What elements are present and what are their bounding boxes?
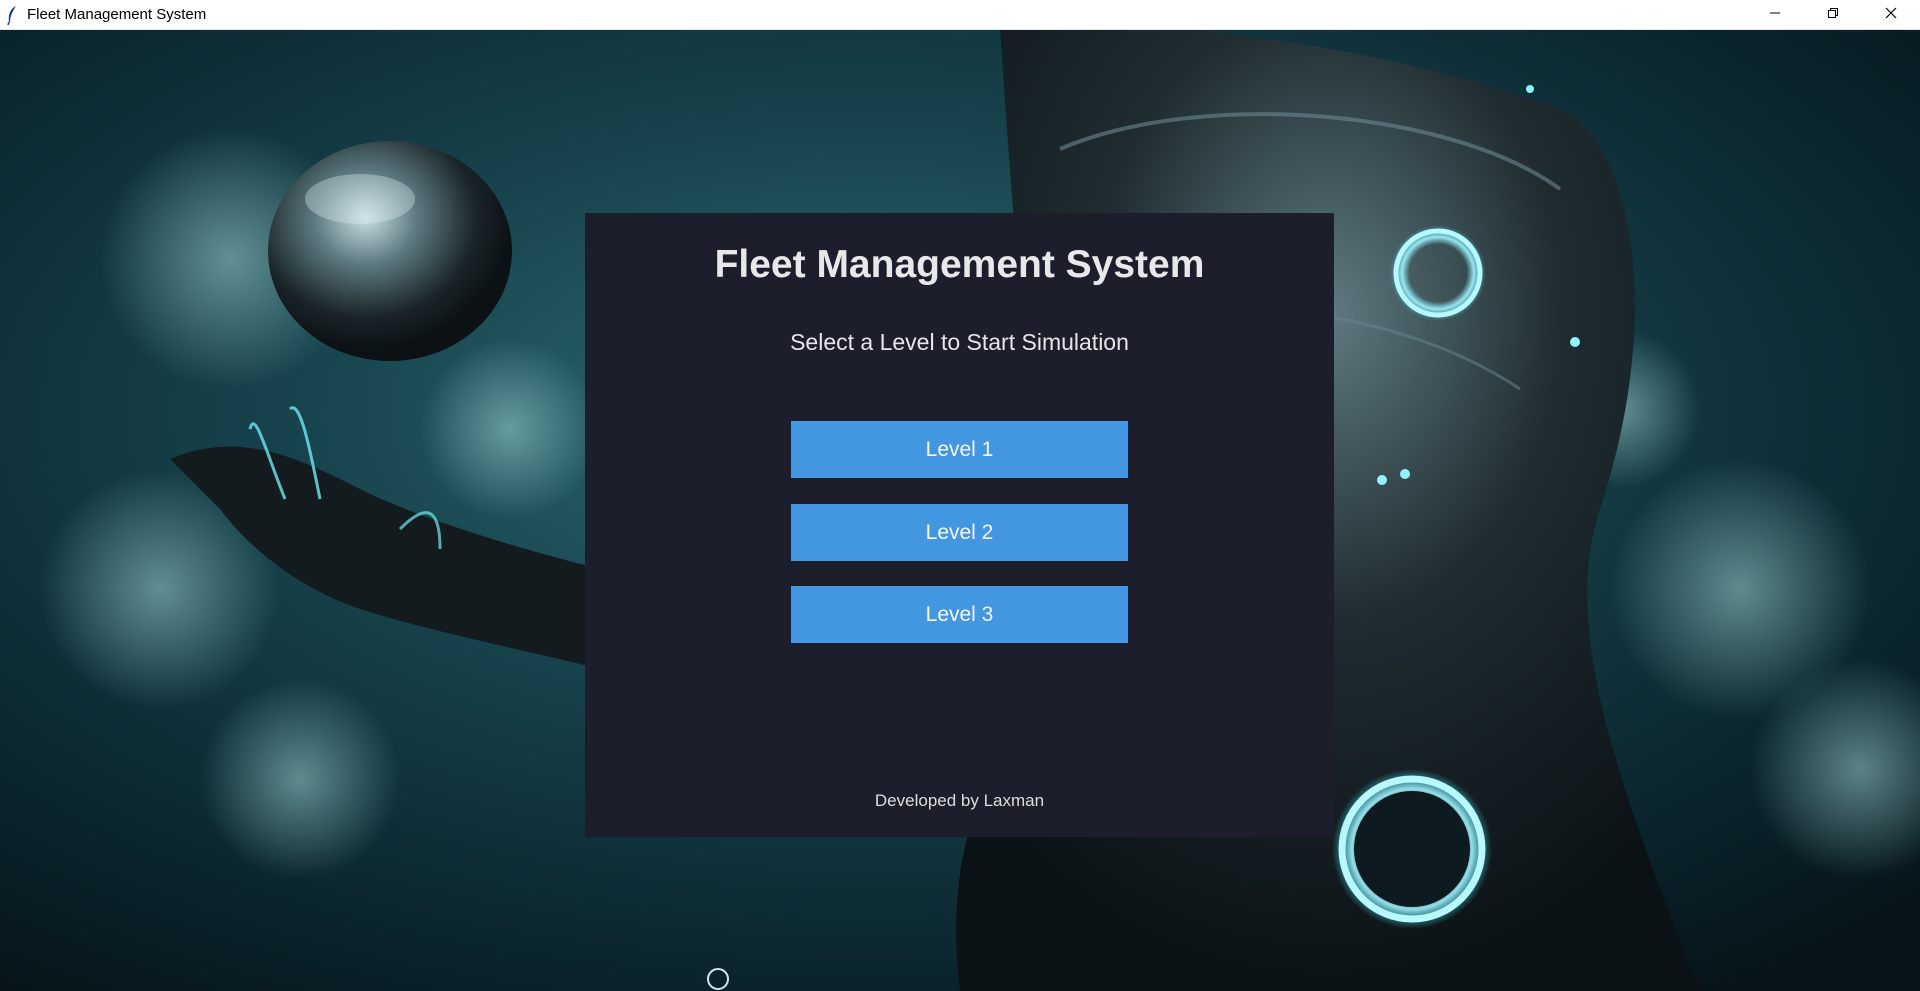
level-3-button[interactable]: Level 3: [791, 586, 1128, 643]
app-window: Fleet Management System Fleet Management…: [0, 0, 1920, 991]
close-icon: [1885, 6, 1897, 24]
level-select-panel: Fleet Management System Select a Level t…: [585, 213, 1334, 837]
restore-icon: [1827, 6, 1839, 24]
minimize-button[interactable]: [1746, 0, 1804, 29]
window-controls: [1746, 0, 1920, 29]
page-title: Fleet Management System: [714, 243, 1205, 286]
page-subtitle: Select a Level to Start Simulation: [790, 329, 1129, 355]
close-button[interactable]: [1862, 0, 1920, 29]
restore-button[interactable]: [1804, 0, 1862, 29]
level-2-button[interactable]: Level 2: [791, 504, 1128, 561]
developer-credit: Developed by Laxman: [874, 791, 1045, 810]
title-bar[interactable]: Fleet Management System: [0, 0, 1920, 30]
level-1-button[interactable]: Level 1: [791, 421, 1128, 478]
feather-icon: [0, 0, 24, 29]
minimize-icon: [1769, 6, 1781, 24]
window-title: Fleet Management System: [27, 6, 207, 23]
